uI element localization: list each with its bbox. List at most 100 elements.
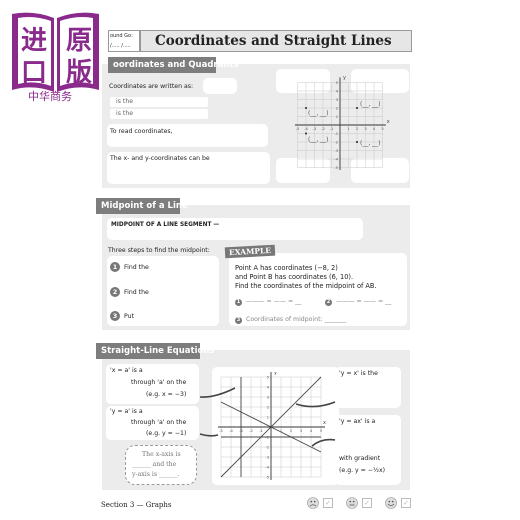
answer-box[interactable]: is the xyxy=(110,97,208,107)
y-axis-label: y xyxy=(343,75,346,81)
step-text: Put xyxy=(124,313,134,320)
work-text: Coordinates of midpoint: _______ xyxy=(246,316,347,323)
x-tick-label: -4 xyxy=(304,127,308,131)
label-xy-can-be: The x- and y-coordinates can be xyxy=(110,155,210,162)
answer-box[interactable]: 'y = x' is the xyxy=(335,367,401,408)
example-text: and Point B has coordinates (6, 10). xyxy=(235,273,354,281)
y-tick-label: 3 xyxy=(267,395,269,399)
x-tick-label: -2 xyxy=(321,127,325,131)
answer-box[interactable]: 'y = ax' is a with gradient (e.g. y = −½… xyxy=(335,415,401,485)
sad-face-icon xyxy=(307,497,319,509)
round-go-box: ound Go: /..... /..... xyxy=(108,30,140,52)
straight-line-graph: -5-5-4-4-3-3-2-2-1-11122334455xy xyxy=(218,372,326,480)
text: through 'a' on the xyxy=(131,379,187,386)
definition-box[interactable]: MIDPOINT OF A LINE SEGMENT — xyxy=(107,218,363,240)
y-tick-label: 4 xyxy=(267,385,270,389)
round-go-label: ound Go: xyxy=(110,33,133,39)
coordinate-blank: (__, __) xyxy=(308,137,329,144)
label-is-the: is the xyxy=(116,110,134,117)
y-tick-label: 1 xyxy=(267,415,269,419)
answer-box[interactable]: 'y = a' is a through 'a' on the (e.g. y … xyxy=(106,406,199,440)
text: (e.g. y = −1) xyxy=(146,430,187,437)
rating-option[interactable]: ✓ xyxy=(307,497,333,509)
x-tick-label: 4 xyxy=(373,127,376,131)
x-tick-label: -1 xyxy=(259,429,263,433)
y-tick-label: -2 xyxy=(265,445,269,449)
checkbox[interactable]: ✓ xyxy=(362,498,372,508)
step-number-icon: 1 xyxy=(235,299,242,306)
y-tick-label: -1 xyxy=(334,132,338,136)
neutral-face-icon xyxy=(346,497,358,509)
answer-box[interactable]: To read coordinates, xyxy=(107,124,268,147)
label-is-the: is the xyxy=(116,98,134,105)
step-number: 3 xyxy=(110,311,120,321)
logo-char: 版 xyxy=(66,58,93,88)
axes-note: The x-axis is ______ and the y-axis is _… xyxy=(125,445,197,485)
logo-subtitle: 中华商务 xyxy=(28,90,72,103)
step: 3 Put xyxy=(110,311,134,321)
footer-section: Section 3 — Graphs xyxy=(101,501,172,509)
checkbox[interactable]: ✓ xyxy=(323,498,333,508)
text: with gradient xyxy=(339,455,381,462)
text: y-axis is ______. xyxy=(132,471,180,478)
y-tick-label: 2 xyxy=(267,405,269,409)
x-tick-label: 3 xyxy=(300,429,302,433)
work-text: ——— = —— = __ xyxy=(336,298,392,305)
text: (e.g. y = −½x) xyxy=(339,467,386,474)
answer-box[interactable] xyxy=(203,78,237,94)
y-tick-label: 2 xyxy=(336,106,338,110)
checkbox[interactable]: ✓ xyxy=(401,498,411,508)
work-text: ——— = —— = __ xyxy=(246,298,302,305)
text: The x-axis is xyxy=(142,451,181,458)
y-tick-label: -5 xyxy=(334,166,338,170)
y-tick-label: -4 xyxy=(334,157,338,161)
x-tick-label: -2 xyxy=(249,429,253,433)
step-text: Find the xyxy=(124,289,149,296)
step: 2 Find the xyxy=(110,287,149,297)
y-tick-label: -2 xyxy=(334,140,338,144)
x-tick-label: 1 xyxy=(347,127,349,131)
plotted-point xyxy=(356,141,358,143)
example-text: Find the coordinates of the midpoint of … xyxy=(235,282,377,290)
y-tick-label: 4 xyxy=(336,89,339,93)
round-go-blanks: /..... /..... xyxy=(110,43,131,49)
happy-face-icon xyxy=(385,497,397,509)
text: 'y = x' is the xyxy=(339,370,378,377)
x-tick-label: 2 xyxy=(290,429,292,433)
section-heading: Straight-Line Equations xyxy=(96,343,214,359)
coordinate-blank: (__, __) xyxy=(360,101,381,108)
coordinate-blank: (__, __) xyxy=(360,140,381,147)
answer-box[interactable]: The x- and y-coordinates can be xyxy=(107,152,270,184)
x-tick-label: -5 xyxy=(219,429,223,433)
x-tick-label: -4 xyxy=(229,429,233,433)
y-tick-label: -5 xyxy=(265,475,269,479)
quadrant-graph: -5-5-4-4-3-3-2-2-1-11122334455xy(__, __)… xyxy=(294,75,390,171)
y-axis-label: y xyxy=(274,372,277,376)
section-heading: oordinates and Quadrants xyxy=(108,57,239,73)
example-text: Point A has coordinates (−8, 2) xyxy=(235,264,338,272)
plotted-point xyxy=(305,132,307,135)
page-title: Coordinates and Straight Lines xyxy=(155,33,392,49)
logo-char: 口 xyxy=(21,58,48,88)
title-bar: Coordinates and Straight Lines xyxy=(140,30,412,52)
text: ______ and the xyxy=(132,461,177,468)
rating-option[interactable]: ✓ xyxy=(346,497,372,509)
step: 1 Find the xyxy=(110,262,149,272)
x-tick-label: 2 xyxy=(356,127,358,131)
x-axis-label: x xyxy=(387,119,390,125)
label-written-as: Coordinates are written as: xyxy=(109,83,194,90)
text: through 'a' on the xyxy=(131,419,187,426)
x-tick-label: -1 xyxy=(330,127,334,131)
answer-box[interactable]: 'x = a' is a through 'a' on the (e.g. x … xyxy=(106,364,199,404)
y-tick-label: -4 xyxy=(265,465,269,469)
text: (e.g. x = −3) xyxy=(146,391,187,398)
step-number: 2 xyxy=(110,287,120,297)
answer-box[interactable]: is the xyxy=(110,109,208,119)
step-number-icon: 3 xyxy=(235,317,242,324)
rating-option[interactable]: ✓ xyxy=(385,497,411,509)
step-text: Find the xyxy=(124,264,149,271)
x-tick-label: 4 xyxy=(310,429,313,433)
coordinate-blank: (__, __) xyxy=(308,110,329,117)
plotted-point xyxy=(305,107,307,109)
x-tick-label: 3 xyxy=(364,127,366,131)
